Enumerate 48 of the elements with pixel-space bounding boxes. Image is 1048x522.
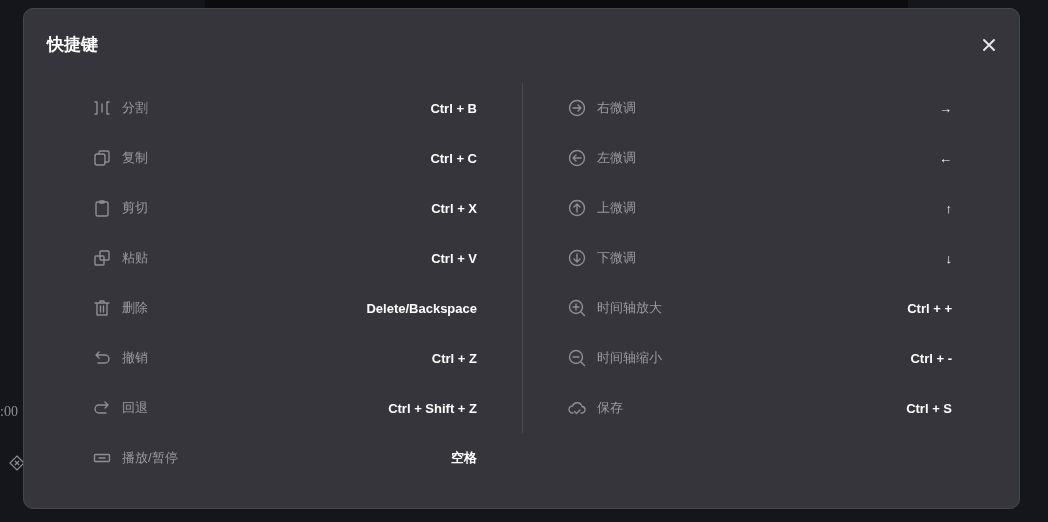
diamond-icon[interactable] [9,455,25,471]
shortcut-label: 粘贴 [122,249,148,267]
shortcut-label: 保存 [597,399,623,417]
shortcut-label: 撤销 [122,349,148,367]
shortcut-label: 回退 [122,399,148,417]
shortcut-keys: Ctrl + - [910,350,952,366]
shortcut-label: 播放/暂停 [122,449,178,467]
shortcut-keys: Ctrl + S [906,400,952,416]
dialog-title: 快捷键 [47,34,98,56]
shortcut-label: 左微调 [597,149,636,167]
cloud-check-icon [568,399,586,417]
shortcut-keys: Ctrl + B [430,100,477,116]
trash-icon [93,299,111,317]
arrow-up-circle-icon [568,199,586,217]
shortcut-label: 时间轴放大 [597,299,662,317]
zoom-in-icon [568,299,586,317]
copy-icon [93,149,111,167]
split-icon [93,99,111,117]
shortcut-keys: Ctrl + Z [431,350,477,366]
shortcut-label: 下微调 [597,249,636,267]
shortcut-label: 上微调 [597,199,636,217]
clipboard-icon [93,199,111,217]
shortcut-label: 剪切 [122,199,148,217]
arrow-down-circle-icon [568,249,586,267]
shortcut-label: 右微调 [597,99,636,117]
close-button[interactable] [982,37,996,52]
shortcut-keys: Delete/Backspace [366,300,477,316]
shortcut-keys: ← [939,150,952,166]
shortcut-keys: → [939,100,952,116]
shortcut-keys: Ctrl + C [430,150,477,166]
shortcut-keys: 空格 [451,449,477,467]
shortcut-keys: ↑ [945,200,952,216]
shortcut-keys: Ctrl + Shift + Z [388,400,477,416]
shortcut-label: 删除 [122,299,148,317]
zoom-out-icon [568,349,586,367]
timecode: :00 [0,404,18,420]
arrow-right-circle-icon [568,99,586,117]
arrow-left-circle-icon [568,149,586,167]
paste-icon [93,249,111,267]
shortcut-keys: ↓ [945,250,952,266]
shortcut-keys: Ctrl + V [431,250,477,266]
undo-icon [93,349,111,367]
shortcut-label: 分割 [122,99,148,117]
shortcut-label: 时间轴缩小 [597,349,662,367]
shortcut-keys: Ctrl + + [907,300,952,316]
redo-icon [93,399,111,417]
shortcut-keys: Ctrl + X [431,200,477,216]
shortcut-label: 复制 [122,149,148,167]
